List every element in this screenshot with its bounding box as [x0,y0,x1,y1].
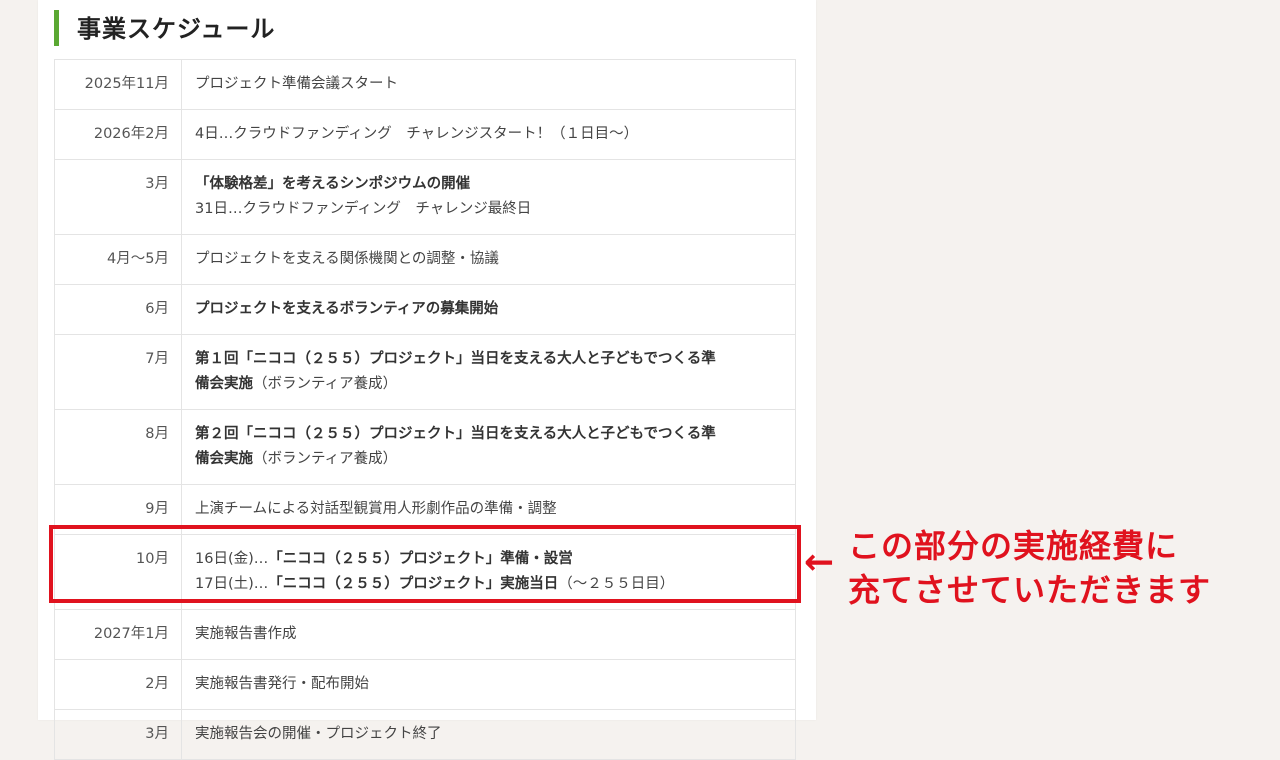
schedule-content: 4日…クラウドファンディング チャレンジスタート！（１日目〜） [181,109,796,160]
schedule-month: 2026年2月 [54,109,182,160]
schedule-month: 2025年11月 [54,59,182,110]
schedule-content: 実施報告書発行・配布開始 [181,659,796,710]
schedule-line: 上演チームによる対話型観賞用人形劇作品の準備・調整 [195,497,783,522]
schedule-line: 実施報告書発行・配布開始 [195,672,783,697]
callout-line-1: この部分の実施経費に [848,527,1179,565]
schedule-content: 第１回「ニココ（２５５）プロジェクト」当日を支える大人と子どもでつくる準 備会実施… [181,334,796,410]
schedule-line: 31日…クラウドファンディング チャレンジ最終日 [195,197,783,222]
schedule-month: 2月 [54,659,182,710]
schedule-line: 「体験格差」を考えるシンポジウムの開催 [195,172,783,197]
schedule-text: 実施報告書発行・配布開始 [195,676,369,692]
table-row: 7月 第１回「ニココ（２５５）プロジェクト」当日を支える大人と子どもでつくる準 備会… [54,334,796,410]
schedule-line: 備会実施（ボランティア養成） [195,372,783,397]
schedule-month: 4月〜5月 [54,234,182,285]
table-row: 2月 実施報告書発行・配布開始 [54,659,796,710]
schedule-content: プロジェクト準備会議スタート [181,59,796,110]
schedule-text: 第２回「ニココ（２５５）プロジェクト」当日を支える大人と子どもでつくる準 [195,426,716,442]
schedule-text: 実施報告書作成 [195,626,297,642]
schedule-line: プロジェクトを支えるボランティアの募集開始 [195,297,783,322]
table-row: 2027年1月 実施報告書作成 [54,609,796,660]
schedule-text: （〜２５５日目） [558,576,675,592]
schedule-text: 「体験格差」を考えるシンポジウムの開催 [195,176,471,192]
schedule-text: 31日…クラウドファンディング チャレンジ最終日 [195,201,532,217]
schedule-content: 第２回「ニココ（２５５）プロジェクト」当日を支える大人と子どもでつくる準 備会実施… [181,409,796,485]
schedule-table-body: 2025年11月 プロジェクト準備会議スタート 2026年2月 4日…クラウドファンデ… [54,59,796,760]
schedule-content: 上演チームによる対話型観賞用人形劇作品の準備・調整 [181,484,796,535]
schedule-content: 実施報告書作成 [181,609,796,660]
schedule-text: 16日(金)… [195,551,269,567]
schedule-text: 17日(土)… [195,576,269,592]
callout-line-2: 充てさせていただきます [848,571,1212,609]
schedule-text: 実施報告会の開催・プロジェクト終了 [195,726,442,742]
schedule-month: 10月 [54,534,182,610]
table-row: 2025年11月 プロジェクト準備会議スタート [54,59,796,110]
schedule-line: 4日…クラウドファンディング チャレンジスタート！（１日目〜） [195,122,783,147]
table-row: 4月〜5月 プロジェクトを支える関係機関との調整・協議 [54,234,796,285]
left-arrow-icon: ← [804,542,835,583]
schedule-month: 8月 [54,409,182,485]
schedule-line: 第２回「ニココ（２５５）プロジェクト」当日を支える大人と子どもでつくる準 [195,422,783,447]
schedule-text: （ボランティア養成） [253,451,398,467]
schedule-line: 備会実施（ボランティア養成） [195,447,783,472]
table-row: 6月 プロジェクトを支えるボランティアの募集開始 [54,284,796,335]
schedule-text: 4日…クラウドファンディング チャレンジスタート！（１日目〜） [195,126,639,142]
schedule-line: プロジェクトを支える関係機関との調整・協議 [195,247,783,272]
table-row: 2026年2月 4日…クラウドファンディング チャレンジスタート！（１日目〜） [54,109,796,160]
schedule-content: 16日(金)…「ニココ（２５５）プロジェクト」準備・設営 17日(土)…「ニココ（… [181,534,796,610]
schedule-text: プロジェクトを支える関係機関との調整・協議 [195,251,499,267]
schedule-text: 「ニココ（２５５）プロジェクト」実施当日 [268,576,559,592]
schedule-line: プロジェクト準備会議スタート [195,72,783,97]
schedule-content: 「体験格差」を考えるシンポジウムの開催 31日…クラウドファンディング チャレンジ… [181,159,796,235]
table-row: 8月 第２回「ニココ（２５５）プロジェクト」当日を支える大人と子どもでつくる準 備会… [54,409,796,485]
schedule-text: 備会実施 [195,376,253,392]
schedule-text: プロジェクト準備会議スタート [195,76,398,92]
schedule-table: 2025年11月 プロジェクト準備会議スタート 2026年2月 4日…クラウドファンデ… [54,59,796,760]
schedule-month: 6月 [54,284,182,335]
schedule-text: 上演チームによる対話型観賞用人形劇作品の準備・調整 [195,501,557,517]
schedule-month: 3月 [54,159,182,235]
schedule-text: 「ニココ（２５５）プロジェクト」準備・設営 [268,551,573,567]
schedule-month: 3月 [54,709,182,760]
table-row: 3月 「体験格差」を考えるシンポジウムの開催 31日…クラウドファンディング チャレ… [54,159,796,235]
schedule-content: 実施報告会の開催・プロジェクト終了 [181,709,796,760]
schedule-month: 9月 [54,484,182,535]
table-row: 9月 上演チームによる対話型観賞用人形劇作品の準備・調整 [54,484,796,535]
schedule-month: 7月 [54,334,182,410]
schedule-text: 備会実施 [195,451,253,467]
table-row: 3月 実施報告会の開催・プロジェクト終了 [54,709,796,760]
schedule-line: 16日(金)…「ニココ（２５５）プロジェクト」準備・設営 [195,547,783,572]
schedule-line: 第１回「ニココ（２５５）プロジェクト」当日を支える大人と子どもでつくる準 [195,347,783,372]
schedule-line: 実施報告会の開催・プロジェクト終了 [195,722,783,747]
schedule-line: 実施報告書作成 [195,622,783,647]
schedule-text: プロジェクトを支えるボランティアの募集開始 [195,301,499,317]
schedule-text: （ボランティア養成） [253,376,398,392]
page-title: 事業スケジュール [54,10,275,46]
schedule-text: 第１回「ニココ（２５５）プロジェクト」当日を支える大人と子どもでつくる準 [195,351,716,367]
table-row: 10月 16日(金)…「ニココ（２５５）プロジェクト」準備・設営 17日(土)…「ニ… [54,534,796,610]
schedule-month: 2027年1月 [54,609,182,660]
schedule-content: プロジェクトを支える関係機関との調整・協議 [181,234,796,285]
schedule-content: プロジェクトを支えるボランティアの募集開始 [181,284,796,335]
schedule-line: 17日(土)…「ニココ（２５５）プロジェクト」実施当日（〜２５５日目） [195,572,783,597]
callout-text: この部分の実施経費に 充てさせていただきます [848,524,1211,612]
